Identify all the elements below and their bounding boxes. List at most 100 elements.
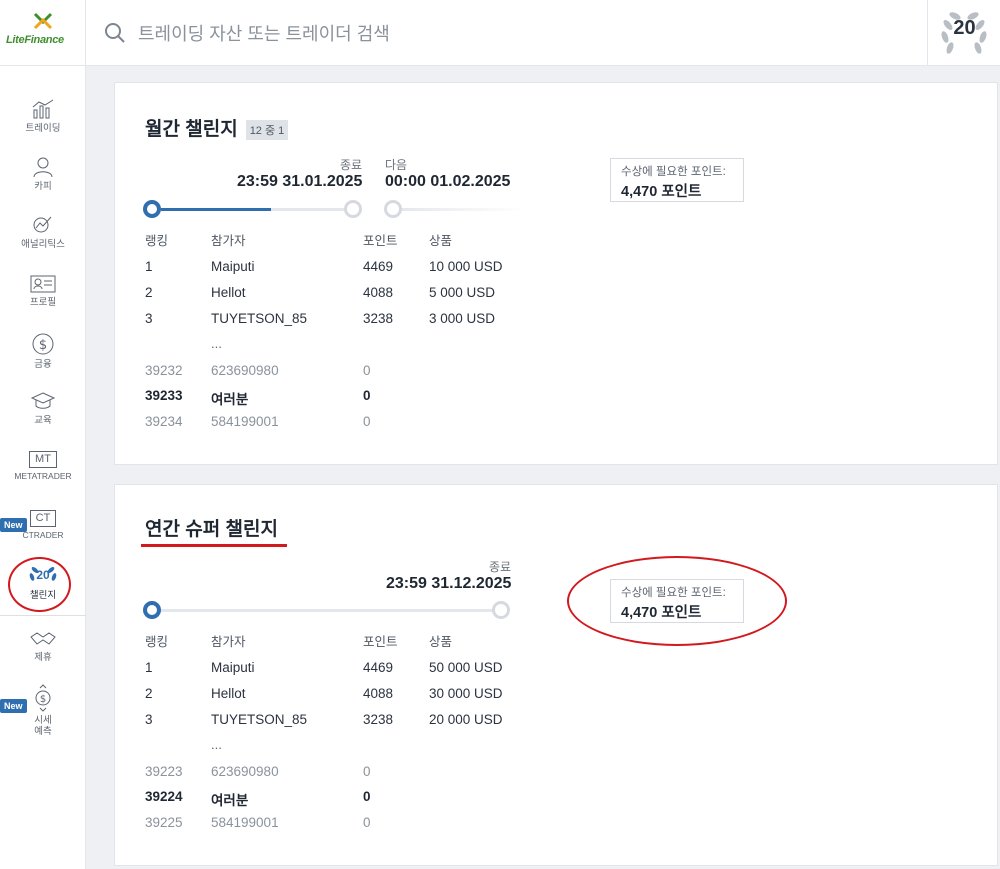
next-progress-track bbox=[395, 208, 525, 211]
logo-text: LiteFinance bbox=[6, 34, 64, 46]
handshake-icon bbox=[30, 632, 56, 645]
points-cell: 0 bbox=[363, 388, 371, 403]
participant-cell: 623690980 bbox=[211, 363, 279, 378]
sidebar-item-label: 애널리틱스 bbox=[21, 239, 65, 250]
points-cell: 0 bbox=[363, 815, 371, 830]
participant-cell: 여러분 bbox=[211, 793, 249, 808]
prize-cell: 3 000 USD bbox=[429, 311, 496, 326]
progress-fill bbox=[161, 208, 271, 211]
points-required-label: 수상에 필요한 포인트: bbox=[621, 166, 726, 178]
graduation-cap-icon bbox=[30, 392, 56, 409]
chart-icon bbox=[32, 99, 54, 119]
progress-start-dot bbox=[143, 601, 161, 619]
annual-challenge-card: 연간 슈퍼 챌린지 종료 23:59 31.12.2025 수상에 필요한 포인… bbox=[114, 484, 998, 866]
svg-text:$: $ bbox=[39, 338, 47, 353]
sidebar-item-label: 제휴 bbox=[34, 652, 52, 663]
points-cell: 0 bbox=[363, 764, 371, 779]
next-time: 00:00 01.02.2025 bbox=[385, 173, 511, 190]
prize-cell: 30 000 USD bbox=[429, 686, 503, 701]
anniversary-number: 20 bbox=[953, 17, 976, 39]
sidebar-item-label: 금융 bbox=[34, 359, 52, 370]
sidebar: 트레이딩 카피 애널리틱스 프로필 $ 금융 교육 MT METATRADER bbox=[0, 66, 86, 869]
ellipsis: ... bbox=[211, 336, 222, 351]
next-label: 다음 bbox=[385, 158, 408, 172]
participant-cell: 623690980 bbox=[211, 764, 279, 779]
end-time: 23:59 31.12.2025 bbox=[386, 575, 512, 592]
points-cell: 3238 bbox=[363, 712, 394, 727]
sidebar-divider bbox=[0, 615, 86, 616]
analytics-icon bbox=[33, 216, 52, 233]
rank-cell: 39225 bbox=[145, 815, 183, 830]
column-header-prize: 상품 bbox=[429, 234, 453, 248]
progress-start-dot bbox=[143, 200, 161, 218]
points-cell: 4469 bbox=[363, 660, 394, 675]
anniversary-badge[interactable]: 20 bbox=[927, 0, 1000, 66]
sidebar-item-label: 프로필 bbox=[29, 297, 57, 308]
column-header-prize: 상품 bbox=[429, 635, 453, 649]
annual-challenge-title: 연간 슈퍼 챌린지 bbox=[145, 519, 278, 540]
sidebar-item-label: 시세 예측 bbox=[34, 715, 52, 737]
column-header-rank: 랭킹 bbox=[145, 234, 169, 248]
sidebar-item-copy[interactable]: 카피 bbox=[0, 156, 86, 192]
progress-track bbox=[161, 609, 493, 612]
dollar-icon: $ bbox=[32, 333, 54, 355]
new-badge: New bbox=[0, 518, 27, 532]
points-cell: 4469 bbox=[363, 259, 394, 274]
top-bar: LiteFinance 트레이딩 자산 또는 트레이더 검색 20 bbox=[0, 0, 1000, 66]
participant-cell: Hellot bbox=[211, 285, 246, 300]
participant-cell: Maiputi bbox=[211, 259, 255, 274]
participant-cell: Maiputi bbox=[211, 660, 255, 675]
progress-end-dot bbox=[492, 601, 510, 619]
sidebar-item-label: METATRADER bbox=[14, 471, 72, 481]
sidebar-item-profile[interactable]: 프로필 bbox=[0, 274, 86, 308]
column-header-participant: 참가자 bbox=[211, 635, 246, 649]
ellipsis: ... bbox=[211, 737, 222, 752]
progress-end-dot bbox=[344, 200, 362, 218]
sidebar-item-education[interactable]: 교육 bbox=[0, 390, 86, 426]
rank-cell: 2 bbox=[145, 686, 153, 701]
logo[interactable]: LiteFinance bbox=[0, 0, 86, 66]
profile-card-icon bbox=[30, 275, 56, 293]
new-badge: New bbox=[0, 699, 27, 713]
search-icon bbox=[105, 23, 125, 43]
column-header-points: 포인트 bbox=[363, 234, 398, 248]
points-required-value: 4,470 포인트 bbox=[621, 184, 702, 200]
column-header-participant: 참가자 bbox=[211, 234, 246, 248]
sidebar-item-label: 카피 bbox=[34, 181, 52, 192]
prize-cell: 20 000 USD bbox=[429, 712, 503, 727]
logo-icon bbox=[33, 12, 53, 30]
sidebar-item-finance[interactable]: $ 금융 bbox=[0, 332, 86, 370]
highlight-circle bbox=[8, 557, 71, 612]
rank-cell: 3 bbox=[145, 311, 153, 326]
sidebar-item-partnership[interactable]: 제휴 bbox=[0, 629, 86, 663]
sidebar-item-analytics[interactable]: 애널리틱스 bbox=[0, 214, 86, 250]
points-cell: 0 bbox=[363, 414, 371, 429]
dollar-arrows-icon: $ bbox=[35, 684, 51, 712]
points-cell: 4088 bbox=[363, 686, 394, 701]
sidebar-item-trading[interactable]: 트레이딩 bbox=[0, 98, 86, 134]
svg-text:$: $ bbox=[40, 694, 46, 705]
search-input[interactable]: 트레이딩 자산 또는 트레이더 검색 bbox=[138, 20, 390, 46]
rank-cell: 39223 bbox=[145, 764, 183, 779]
card-title-text: 월간 챌린지 bbox=[145, 119, 238, 140]
sidebar-item-metatrader[interactable]: MT METATRADER bbox=[0, 451, 86, 482]
challenge-pager[interactable]: 12 중 1 bbox=[245, 119, 289, 140]
rank-cell: 39224 bbox=[145, 789, 183, 804]
participant-cell: TUYETSON_85 bbox=[211, 311, 308, 326]
monthly-challenge-title: 월간 챌린지 12 중 1 bbox=[145, 114, 289, 141]
rank-cell: 1 bbox=[145, 259, 153, 274]
search-bar[interactable]: 트레이딩 자산 또는 트레이더 검색 bbox=[104, 18, 390, 48]
highlight-oval bbox=[567, 556, 787, 646]
participant-cell: Hellot bbox=[211, 686, 246, 701]
rank-cell: 2 bbox=[145, 285, 153, 300]
ct-icon: CT bbox=[30, 510, 56, 527]
prize-cell: 5 000 USD bbox=[429, 285, 496, 300]
rank-cell: 3 bbox=[145, 712, 153, 727]
rank-cell: 39234 bbox=[145, 414, 183, 429]
title-highlight-underline bbox=[141, 544, 287, 547]
rank-cell: 1 bbox=[145, 660, 153, 675]
end-label: 종료 bbox=[340, 158, 363, 172]
user-icon bbox=[33, 157, 53, 178]
next-start-dot bbox=[384, 200, 402, 218]
sidebar-item-label: 교육 bbox=[34, 415, 52, 426]
